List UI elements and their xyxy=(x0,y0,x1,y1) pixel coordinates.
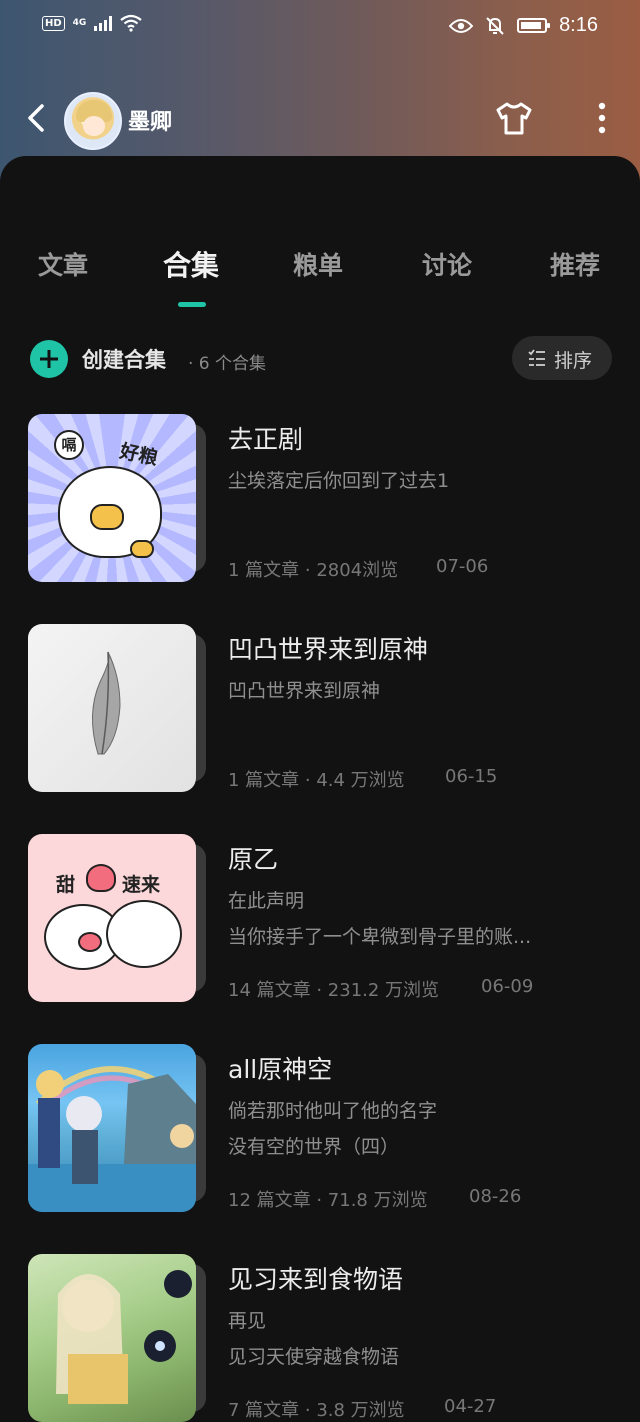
collection-card[interactable]: 凹凸世界来到原神 凹凸世界来到原神 1 篇文章 · 4.4 万浏览 06-15 xyxy=(0,624,640,794)
collection-cover xyxy=(28,1044,196,1212)
app-bar: 墨卿 xyxy=(0,80,640,156)
avatar[interactable] xyxy=(64,92,122,150)
collection-desc: 尘埃落定后你回到了过去1 xyxy=(228,470,450,492)
collection-meta: 1 篇文章 · 4.4 万浏览 xyxy=(228,770,405,791)
collection-title: 见习来到食物语 xyxy=(228,1265,404,1294)
collection-card[interactable]: 嗝 好粮 去正剧 尘埃落定后你回到了过去1 1 篇文章 · 2804浏览 07-… xyxy=(0,414,640,584)
anime-character-image xyxy=(56,1270,192,1404)
collection-desc-2: 没有空的世界（四） xyxy=(228,1136,400,1158)
network-type: 4G xyxy=(72,18,87,28)
more-vertical-icon[interactable] xyxy=(592,100,612,136)
collection-card[interactable]: 见习来到食物语 再见 见习天使穿越食物语 7 篇文章 · 3.8 万浏览 04-… xyxy=(0,1254,640,1422)
sort-list-icon xyxy=(528,349,545,366)
collection-card[interactable]: 甜 速来 原乙 在此声明 当你接手了一个卑微到骨子里的账... 14 篇文章 ·… xyxy=(0,834,640,1004)
hd-badge: HD xyxy=(42,15,65,31)
collection-cover xyxy=(28,624,196,792)
sort-label: 排序 xyxy=(554,350,593,372)
collection-meta: 7 篇文章 · 3.8 万浏览 xyxy=(228,1400,405,1421)
collection-meta: 14 篇文章 · 231.2 万浏览 xyxy=(228,980,440,1001)
collection-desc: 凹凸世界来到原神 xyxy=(228,680,381,702)
tab-reading-list[interactable]: 粮单 xyxy=(293,246,343,282)
leaf-image xyxy=(91,651,121,755)
collection-desc: 倘若那时他叫了他的名字 xyxy=(228,1100,438,1122)
collection-desc-2: 见习天使穿越食物语 xyxy=(228,1346,400,1368)
mute-bell-icon xyxy=(486,16,504,35)
tab-recommend[interactable]: 推荐 xyxy=(550,246,600,282)
collection-date: 06-09 xyxy=(481,976,534,997)
username[interactable]: 墨卿 xyxy=(128,104,172,136)
collection-title: 凹凸世界来到原神 xyxy=(228,635,429,664)
collection-meta: 12 篇文章 · 71.8 万浏览 xyxy=(228,1190,428,1211)
shirt-icon[interactable] xyxy=(494,100,534,136)
cover-sticker-text: 嗝 xyxy=(54,430,84,460)
collection-date: 08-26 xyxy=(469,1186,522,1207)
content-panel: 文章 合集 粮单 讨论 推荐 创建合集 · 6 个合集 排序 嗝 好粮 去正剧 … xyxy=(0,156,640,1422)
collection-date: 06-15 xyxy=(445,766,498,787)
collection-title: all原神空 xyxy=(228,1055,333,1084)
wifi-icon xyxy=(120,14,143,32)
collection-count: · 6 个合集 xyxy=(188,354,267,374)
battery-icon xyxy=(517,18,551,33)
collection-desc: 再见 xyxy=(228,1310,267,1332)
signal-icon xyxy=(94,15,113,31)
cover-sticker-text: 好粮 xyxy=(117,440,160,470)
collection-desc-2: 当你接手了一个卑微到骨子里的账... xyxy=(228,926,532,948)
eye-icon xyxy=(449,18,474,33)
create-collection-button[interactable]: 创建合集 xyxy=(82,344,166,374)
tab-articles[interactable]: 文章 xyxy=(38,246,88,282)
cover-sticker-text: 速来 xyxy=(122,874,161,896)
collection-title: 原乙 xyxy=(228,845,279,874)
tab-indicator xyxy=(178,302,206,307)
clock: 8:16 xyxy=(559,14,598,36)
status-bar: HD 4G 8:16 xyxy=(0,0,640,56)
collection-date: 04-27 xyxy=(444,1396,497,1417)
collection-desc: 在此声明 xyxy=(228,890,305,912)
cover-sticker-text: 甜 xyxy=(56,874,76,896)
collection-cover: 嗝 好粮 xyxy=(28,414,196,582)
collection-card[interactable]: all原神空 倘若那时他叫了他的名字 没有空的世界（四） 12 篇文章 · 71… xyxy=(0,1044,640,1214)
add-collection-icon[interactable] xyxy=(30,340,68,378)
heart-icon xyxy=(86,864,116,892)
collection-actions: 创建合集 · 6 个合集 排序 xyxy=(0,336,640,382)
collection-cover: 甜 速来 xyxy=(28,834,196,1002)
tab-collections[interactable]: 合集 xyxy=(163,244,219,284)
collection-title: 去正剧 xyxy=(228,425,304,454)
anime-scene-image xyxy=(28,1066,196,1212)
collection-date: 07-06 xyxy=(436,556,489,577)
tab-discussion[interactable]: 讨论 xyxy=(422,246,472,282)
tab-bar: 文章 合集 粮单 讨论 推荐 xyxy=(0,246,640,286)
collection-cover xyxy=(28,1254,196,1422)
sort-button[interactable]: 排序 xyxy=(512,336,612,380)
back-arrow-icon[interactable] xyxy=(22,100,52,136)
collection-meta: 1 篇文章 · 2804浏览 xyxy=(228,560,399,581)
